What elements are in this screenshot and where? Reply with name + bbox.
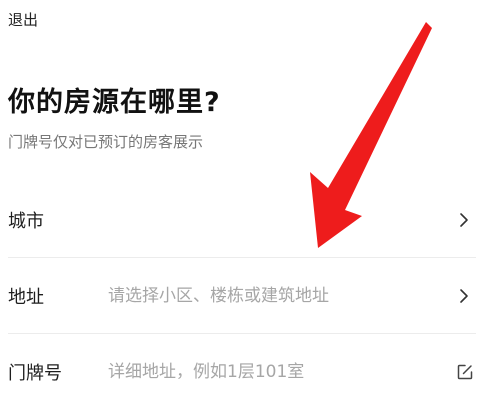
door-number-label: 门牌号 xyxy=(8,363,62,384)
chevron-right-icon xyxy=(460,289,468,303)
top-bar: 退出 xyxy=(8,8,38,32)
page-subtitle: 门牌号仅对已预订的房客展示 xyxy=(8,133,204,151)
city-label: 城市 xyxy=(8,211,44,232)
door-number-input[interactable] xyxy=(108,362,438,382)
divider xyxy=(8,333,476,334)
exit-button[interactable]: 退出 xyxy=(8,11,38,29)
page-title: 你的房源在哪里? xyxy=(8,87,221,118)
edit-icon[interactable] xyxy=(456,363,474,381)
address-label: 地址 xyxy=(8,287,44,308)
door-number-row[interactable]: 门牌号 xyxy=(0,335,492,409)
address-row[interactable]: 地址 xyxy=(0,259,492,333)
divider xyxy=(8,257,476,258)
address-input[interactable] xyxy=(108,286,438,306)
city-row[interactable]: 城市 xyxy=(0,183,492,257)
chevron-right-icon xyxy=(460,213,468,227)
